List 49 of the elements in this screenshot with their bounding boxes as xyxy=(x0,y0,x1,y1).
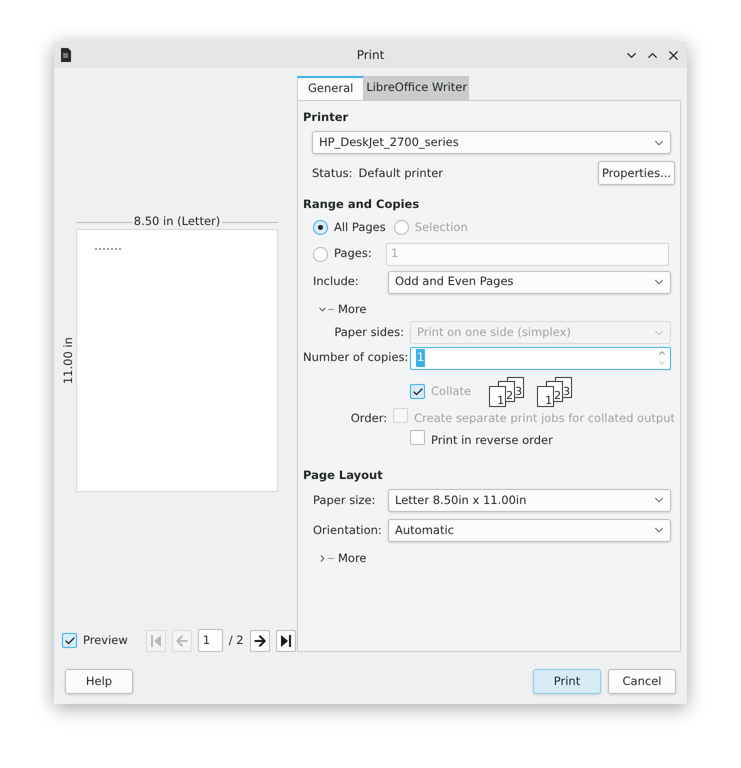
more-expander[interactable]: More xyxy=(338,550,367,568)
checkbox-label[interactable]: Print in reverse order xyxy=(431,432,553,450)
checkbox[interactable] xyxy=(62,633,77,648)
checkbox[interactable] xyxy=(410,430,425,446)
page-number: 2 xyxy=(554,390,562,401)
first-page-icon xyxy=(150,634,162,648)
page-number: 3 xyxy=(515,386,522,396)
help-button[interactable]: Help xyxy=(65,669,133,694)
arrow-right-icon xyxy=(252,632,268,648)
page-nav-button[interactable] xyxy=(276,630,296,652)
paper-size-label: Paper size: xyxy=(313,492,376,509)
print-button[interactable]: Print xyxy=(533,669,601,694)
radio-label[interactable]: Pages: xyxy=(334,245,386,263)
order-label: Order: xyxy=(350,410,388,427)
page-height-label: 11.00 in xyxy=(60,336,76,384)
preview-label: Preview xyxy=(83,632,128,649)
text-line-drawing xyxy=(95,248,121,251)
more-expander[interactable]: More xyxy=(338,300,367,318)
page-number: 1 xyxy=(545,394,552,406)
properties-button[interactable]: Properties... xyxy=(598,161,675,186)
dropdown[interactable]: Automatic xyxy=(388,518,671,542)
page-number-field[interactable]: 1 xyxy=(198,629,223,652)
section-heading: Range and Copies xyxy=(303,196,420,214)
dropdown[interactable]: HP_DeskJet_2700_series xyxy=(312,131,671,154)
page-number: 1 xyxy=(497,394,504,406)
orientation-label: Orientation: xyxy=(313,522,383,539)
last-page-icon xyxy=(280,634,292,648)
status-label: Status: xyxy=(312,164,353,182)
radio-button[interactable] xyxy=(313,220,328,235)
radio-label[interactable]: All Pages xyxy=(334,218,386,236)
dropdown[interactable]: Letter 8.50in x 11.00in xyxy=(388,488,671,512)
include-label: Include: xyxy=(313,273,360,290)
paper-sides-label: Paper sides: xyxy=(333,324,404,341)
tab[interactable]: General xyxy=(297,76,364,100)
page-count: / 2 xyxy=(228,632,244,649)
page-number: 2 xyxy=(506,390,514,401)
page-width-label: 8.50 in (Letter) xyxy=(132,213,222,230)
arrow-left-icon xyxy=(174,632,190,648)
section-heading: Page Layout xyxy=(303,466,384,484)
tab[interactable]: LibreOffice Writer xyxy=(364,76,470,100)
section-heading: Printer xyxy=(303,109,350,126)
page-nav-button[interactable] xyxy=(250,630,270,652)
page-number: 3 xyxy=(563,386,570,396)
radio-button[interactable] xyxy=(313,246,328,262)
window-title: Print xyxy=(356,47,384,64)
cancel-button[interactable]: Cancel xyxy=(608,669,676,694)
app-icon xyxy=(60,48,72,62)
status-value: Default printer xyxy=(358,164,444,182)
dropdown[interactable]: Odd and Even Pages xyxy=(388,270,671,294)
